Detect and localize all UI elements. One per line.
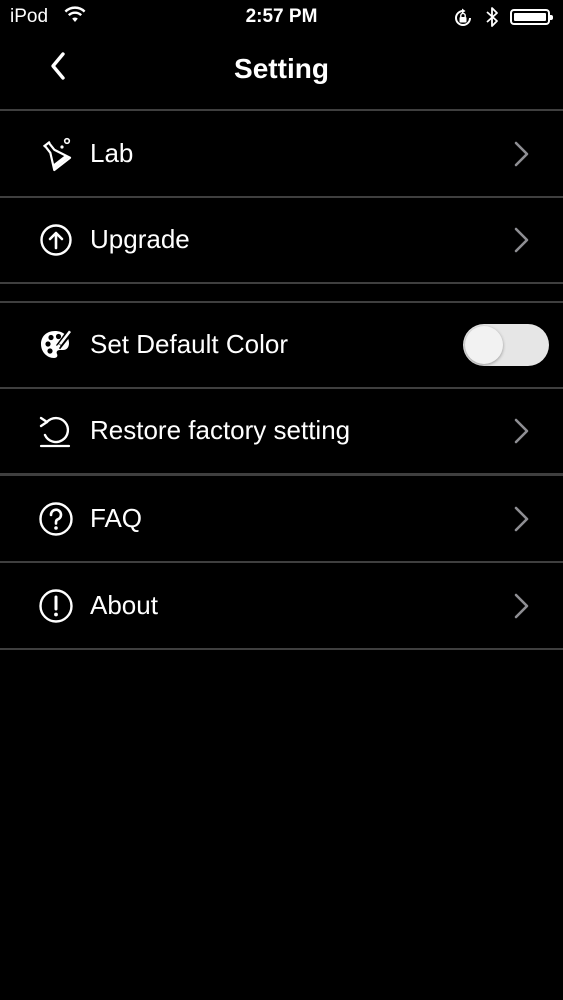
settings-row-about[interactable]: About <box>0 563 563 649</box>
settings-row-label: Restore factory setting <box>90 415 351 445</box>
status-time: 2:57 PM <box>245 6 318 27</box>
divider <box>0 282 563 284</box>
restore-icon <box>38 413 74 449</box>
settings-row-upgrade[interactable]: Upgrade <box>0 197 563 283</box>
settings-row-label: Set Default Color <box>90 329 288 359</box>
flask-icon <box>38 136 74 172</box>
page-title: Setting <box>234 53 329 84</box>
settings-row-set-default-color: Set Default Color <box>0 302 563 388</box>
question-icon <box>38 501 74 537</box>
palette-icon <box>38 327 74 363</box>
divider <box>0 648 563 650</box>
battery-nub <box>550 15 553 20</box>
settings-row-label: Lab <box>90 138 134 168</box>
settings-row-faq[interactable]: FAQ <box>0 476 563 562</box>
settings-row-label: Upgrade <box>90 224 190 254</box>
navigation-bar: Setting <box>0 36 563 110</box>
chevron-right-icon <box>510 591 534 621</box>
toggle-knob <box>465 326 503 364</box>
settings-row-restore-factory-setting[interactable]: Restore factory setting <box>0 388 563 474</box>
bluetooth-icon <box>485 6 499 33</box>
battery-icon <box>510 9 553 25</box>
chevron-right-icon <box>510 504 534 534</box>
settings-row-lab[interactable]: Lab <box>0 111 563 197</box>
default-color-toggle[interactable] <box>463 324 549 366</box>
upload-arrow-icon <box>38 222 74 258</box>
chevron-right-icon <box>510 139 534 169</box>
battery-fill <box>514 13 546 21</box>
chevron-right-icon <box>510 416 534 446</box>
status-bar: iPod 2:57 PM <box>0 0 563 36</box>
settings-row-label: FAQ <box>90 503 143 533</box>
rotation-lock-icon <box>452 7 474 34</box>
settings-row-label: About <box>90 590 158 620</box>
info-icon <box>38 588 74 624</box>
chevron-right-icon <box>510 225 534 255</box>
